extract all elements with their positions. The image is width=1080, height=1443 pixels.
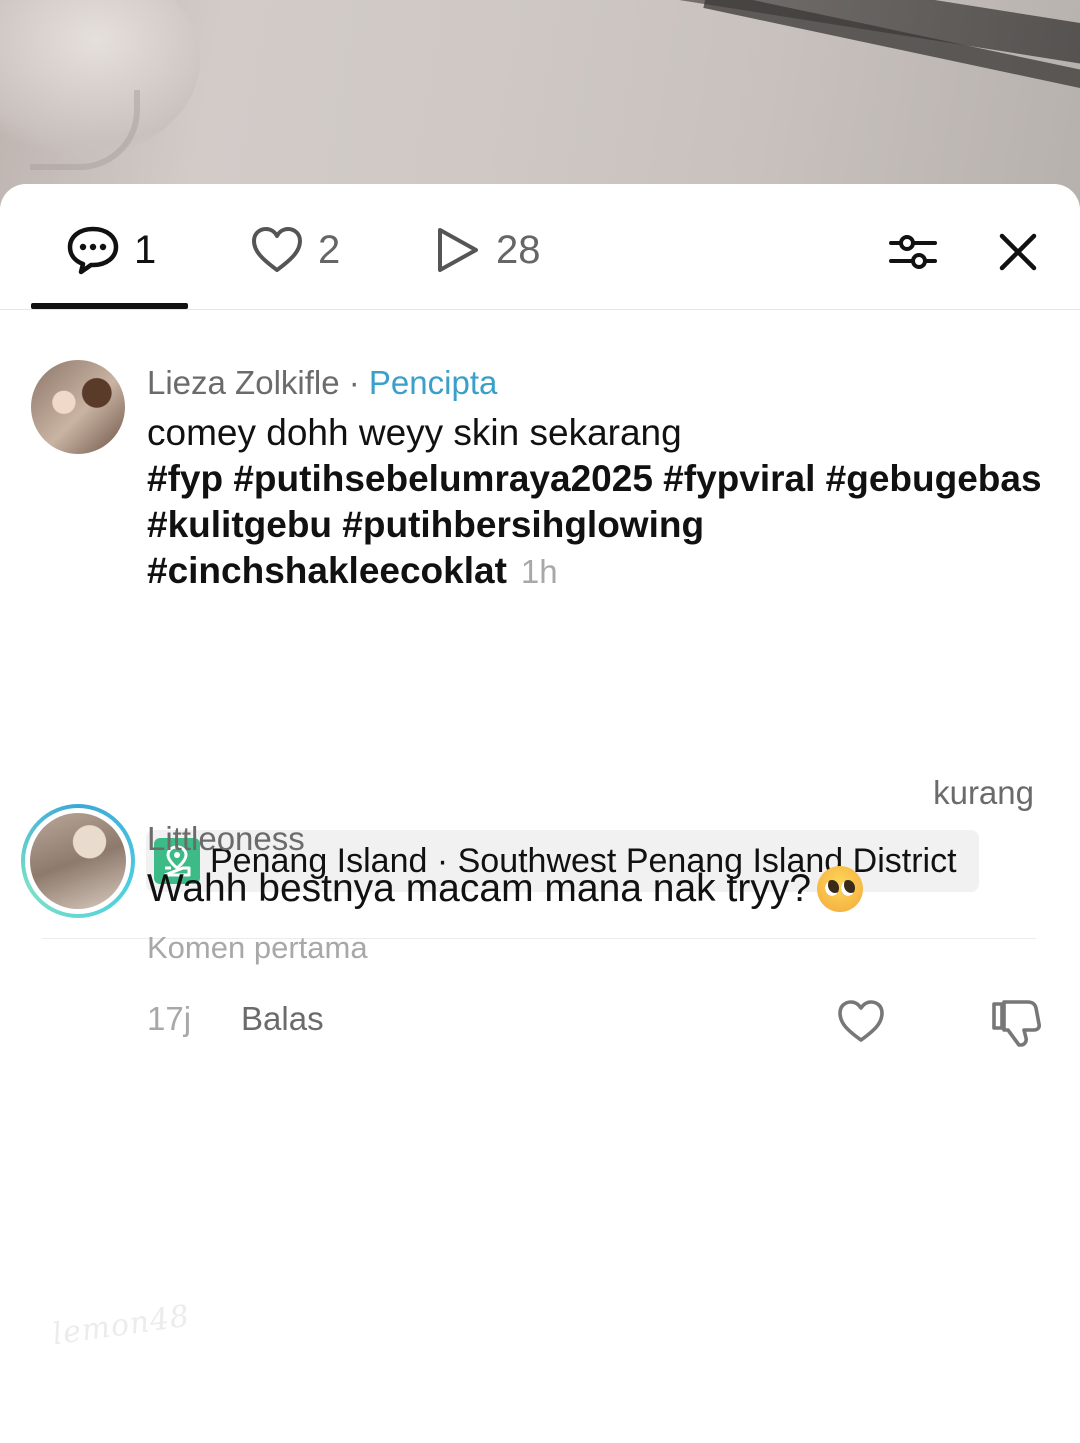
creator-name[interactable]: Lieza Zolkifle (147, 364, 340, 401)
creator-avatar[interactable] (31, 360, 125, 454)
close-button[interactable] (990, 224, 1046, 280)
play-icon (438, 228, 478, 272)
comments-count: 1 (134, 227, 157, 272)
pleading-face-emoji (817, 866, 864, 912)
post-time: 1h (520, 553, 558, 590)
comment-text-line: Wahh bestnya macam mana nak tryy? (147, 866, 864, 912)
reply-button[interactable]: Balas (241, 1000, 324, 1038)
active-tab-indicator (31, 303, 188, 309)
close-icon (999, 233, 1037, 271)
show-less-link[interactable]: kurang (933, 774, 1034, 812)
comment-age: 17j (147, 1000, 192, 1037)
first-comment-label: Komen pertama (147, 930, 368, 965)
commenter-avatar[interactable] (21, 804, 135, 918)
commenter-username[interactable]: Littleoness (147, 820, 305, 858)
likes-count: 2 (318, 227, 341, 272)
heart-icon (838, 1000, 884, 1042)
caption-text: comey dohh weyy skin sekarang #fyp #puti… (147, 410, 1047, 595)
creator-name-line: Lieza Zolkifle · Pencipta (147, 364, 498, 401)
creator-badge: Pencipta (368, 364, 498, 401)
comment-dislike-button[interactable] (990, 998, 1042, 1053)
tab-views[interactable]: 28 (434, 224, 541, 276)
caption-body: comey dohh weyy skin sekarang (147, 412, 682, 453)
tab-comments[interactable]: 1 (66, 224, 156, 276)
avatar-image (30, 813, 126, 909)
watermark: lemon48 (50, 1298, 193, 1353)
thumbs-down-icon (992, 1000, 1041, 1047)
heart-icon (252, 227, 302, 272)
comment-bubble-icon (67, 226, 119, 275)
comment-text: Wahh bestnya macam mana nak tryy? (147, 867, 812, 910)
comment-like-button[interactable] (836, 998, 886, 1049)
sliders-icon (889, 235, 937, 269)
caption-hashtags[interactable]: #fyp #putihsebelumraya2025 #fypviral #ge… (147, 458, 1042, 591)
tab-likes[interactable]: 2 (250, 224, 340, 276)
comments-sheet: 1 2 28 Lieza Zolkifle · Pencipta comey d… (0, 184, 1080, 1443)
views-count: 28 (496, 227, 541, 272)
video-handle-shape (30, 90, 140, 170)
filter-button[interactable] (885, 224, 941, 280)
comment-meta: 17j Balas (147, 1000, 324, 1038)
sheet-tab-bar: 1 2 28 (0, 184, 1080, 310)
